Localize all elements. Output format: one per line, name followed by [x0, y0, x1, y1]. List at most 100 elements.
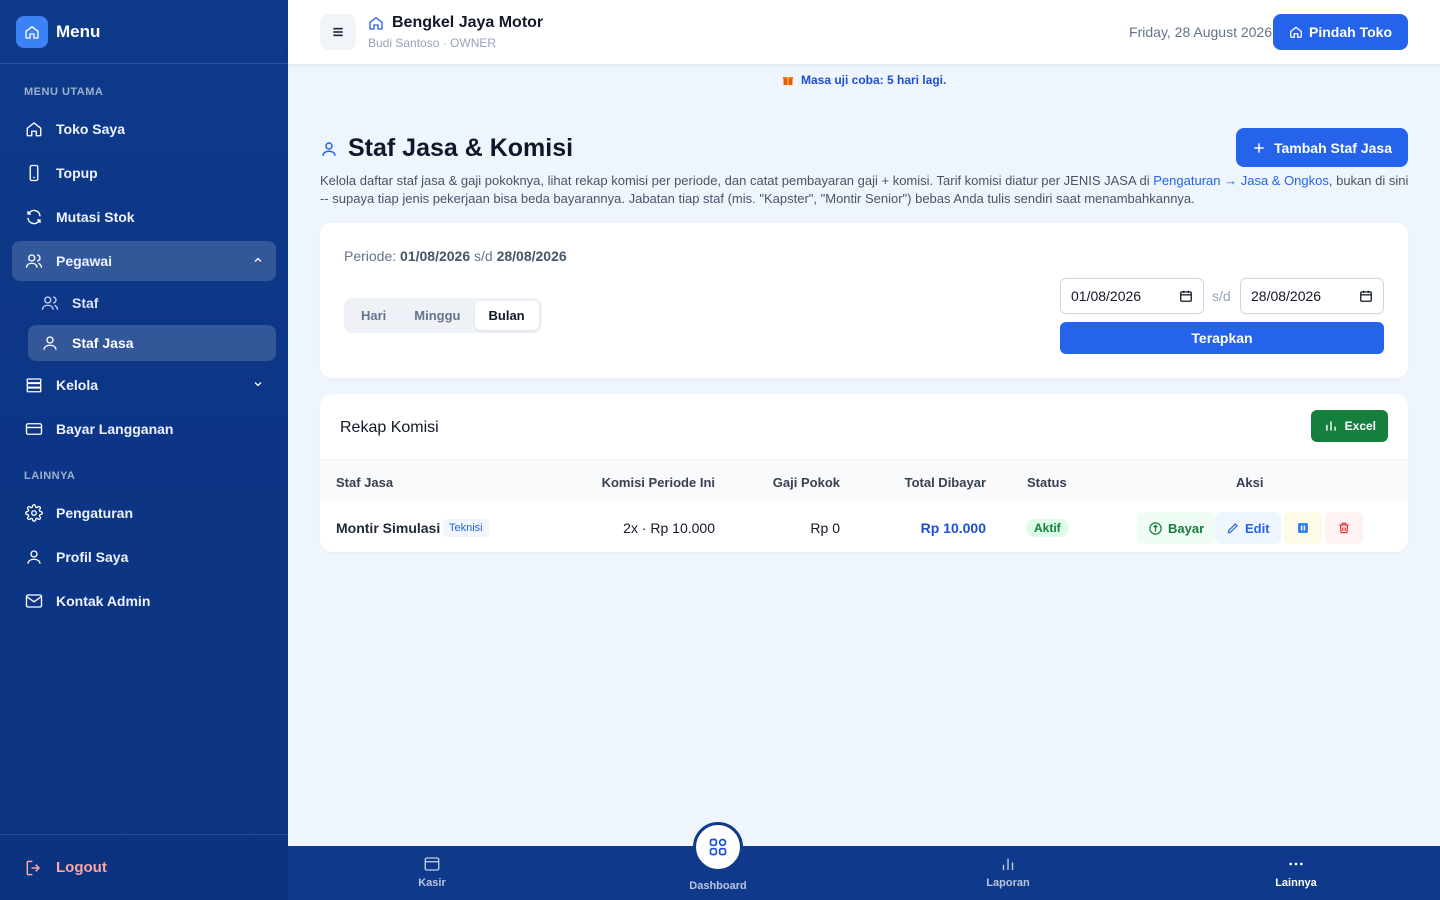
shop-info: Bengkel Jaya Motor Budi Santoso · OWNER — [368, 14, 543, 50]
mail-icon — [24, 591, 44, 611]
section-menu-utama: MENU UTAMA — [24, 86, 104, 98]
pay-button[interactable]: Bayar — [1137, 512, 1216, 544]
sidebar-item-kontak-admin[interactable]: Kontak Admin — [12, 581, 276, 621]
logout-icon — [24, 858, 44, 878]
tab-hari[interactable]: Hari — [347, 301, 400, 330]
sidebar-item-profil-saya[interactable]: Profil Saya — [12, 537, 276, 577]
sidebar-item-label: Kelola — [56, 377, 99, 393]
settings-link[interactable]: Pengaturan → Jasa & Ongkos — [1153, 173, 1329, 188]
home-icon — [368, 15, 384, 31]
plus-icon — [1252, 141, 1266, 155]
period-sep: s/d — [474, 248, 493, 264]
sidebar-item-staf[interactable]: Staf — [28, 285, 276, 321]
gear-icon — [24, 503, 44, 523]
nav-lainnya[interactable]: Lainnya — [1236, 855, 1356, 889]
section-lainnya: LAINNYA — [24, 470, 76, 482]
commission-recap-card: Rekap Komisi Excel Staf Jasa Komisi Peri… — [320, 394, 1408, 552]
pause-button[interactable] — [1284, 512, 1322, 544]
pencil-icon — [1226, 521, 1240, 535]
pay-label: Bayar — [1168, 520, 1205, 536]
home-icon — [1289, 25, 1303, 39]
calendar-icon[interactable] — [1179, 289, 1193, 303]
commission-value: 2x · Rp 10.000 — [623, 520, 715, 536]
phone-icon — [24, 163, 44, 183]
database-icon — [24, 375, 44, 395]
bottom-nav: Kasir Dashboard Laporan Lainnya — [288, 822, 1440, 900]
sidebar-item-label: Toko Saya — [56, 121, 125, 137]
trial-notice: Masa uji coba: 5 hari lagi. — [288, 73, 1440, 89]
col-komisi: Komisi Periode Ini — [601, 475, 715, 490]
delete-button[interactable] — [1325, 512, 1363, 544]
sidebar-item-toko-saya[interactable]: Toko Saya — [12, 109, 276, 149]
trash-icon — [1337, 521, 1351, 535]
sidebar-item-label: Pegawai — [56, 253, 113, 269]
page-title: Staf Jasa & Komisi — [320, 134, 573, 163]
table-row: Montir Simulasi Teknisi 2x · Rp 10.000 R… — [320, 503, 1408, 552]
sidebar-item-kelola[interactable]: Kelola — [12, 365, 276, 405]
nav-laporan[interactable]: Laporan — [948, 855, 1068, 889]
nav-laporan-label: Laporan — [986, 877, 1030, 889]
add-service-staff-button[interactable]: Tambah Staf Jasa — [1235, 128, 1408, 167]
user-icon — [320, 140, 338, 158]
col-status: Status — [1027, 475, 1067, 490]
col-aksi: Aksi — [1236, 475, 1264, 490]
period-prefix: Periode: — [344, 248, 397, 264]
sidebar-item-mutasi-stok[interactable]: Mutasi Stok — [12, 197, 276, 237]
role-badge: Teknisi — [443, 519, 489, 537]
sidebar-item-label: Pengaturan — [56, 505, 134, 521]
sidebar-item-pegawai[interactable]: Pegawai — [12, 241, 276, 281]
more-icon — [1236, 855, 1356, 873]
status-badge: Aktif — [1026, 519, 1069, 537]
user-icon — [40, 333, 60, 353]
users-icon — [40, 293, 60, 313]
page-description: Kelola daftar staf jasa & gaji pokoknya,… — [320, 172, 1410, 208]
logout-button[interactable]: Logout — [0, 834, 288, 900]
home-logo-icon — [16, 15, 48, 48]
sidebar-item-label: Staf — [72, 295, 99, 311]
recap-title: Rekap Komisi — [340, 419, 439, 436]
calendar-icon[interactable] — [1359, 289, 1373, 303]
apply-button[interactable]: Terapkan — [1060, 322, 1384, 354]
tab-bulan[interactable]: Bulan — [474, 301, 539, 330]
sidebar-header: Menu — [0, 0, 288, 64]
home-icon — [24, 119, 44, 139]
end-date-input[interactable]: 28/08/2026 — [1240, 278, 1384, 314]
hamburger-button[interactable] — [320, 14, 356, 50]
period-segment: Hari Minggu Bulan — [344, 298, 542, 333]
shop-name: Bengkel Jaya Motor — [392, 14, 544, 31]
sidebar-item-staf-jasa[interactable]: Staf Jasa — [28, 325, 276, 361]
page-title-text: Staf Jasa & Komisi — [348, 134, 574, 162]
sidebar-item-pengaturan[interactable]: Pengaturan — [12, 493, 276, 533]
sidebar-item-bayar-langganan[interactable]: Bayar Langganan — [12, 409, 276, 449]
export-excel-label: Excel — [1344, 419, 1376, 433]
credit-card-icon — [24, 419, 44, 439]
switch-store-button[interactable]: Pindah Toko — [1273, 14, 1408, 50]
nav-lainnya-label: Lainnya — [1275, 877, 1317, 889]
nav-dashboard-button[interactable] — [693, 822, 743, 872]
hamburger-icon — [330, 24, 346, 40]
nav-kasir[interactable]: Kasir — [372, 855, 492, 889]
users-icon — [24, 251, 44, 271]
table-header: Staf Jasa Komisi Periode Ini Gaji Pokok … — [320, 459, 1408, 503]
export-excel-button[interactable]: Excel — [1310, 410, 1388, 442]
sidebar-item-label: Kontak Admin — [56, 593, 151, 609]
end-date-value: 28/08/2026 — [1251, 288, 1322, 304]
gift-icon — [782, 74, 794, 89]
tab-minggu[interactable]: Minggu — [400, 301, 474, 330]
current-date: Friday, 28 August 2026 — [1129, 24, 1272, 40]
trial-text: Masa uji coba: 5 hari lagi. — [800, 73, 947, 87]
switch-store-label: Pindah Toko — [1309, 24, 1392, 40]
chevron-down-icon — [252, 377, 264, 393]
base-salary-value: Rp 0 — [810, 520, 840, 536]
total-paid-value: Rp 10.000 — [920, 520, 986, 536]
start-date-input[interactable]: 01/08/2026 — [1060, 278, 1204, 314]
pause-icon — [1297, 522, 1309, 534]
sidebar: Menu MENU UTAMA Toko Saya Topup Mutasi S… — [0, 0, 288, 900]
grid-icon — [708, 837, 728, 857]
top-header: Bengkel Jaya Motor Budi Santoso · OWNER … — [288, 0, 1440, 64]
period-end: 28/08/2026 — [496, 248, 567, 264]
edit-button[interactable]: Edit — [1215, 512, 1281, 544]
sidebar-item-topup[interactable]: Topup — [12, 153, 276, 193]
col-total: Total Dibayar — [904, 475, 986, 490]
logout-label: Logout — [56, 859, 107, 876]
